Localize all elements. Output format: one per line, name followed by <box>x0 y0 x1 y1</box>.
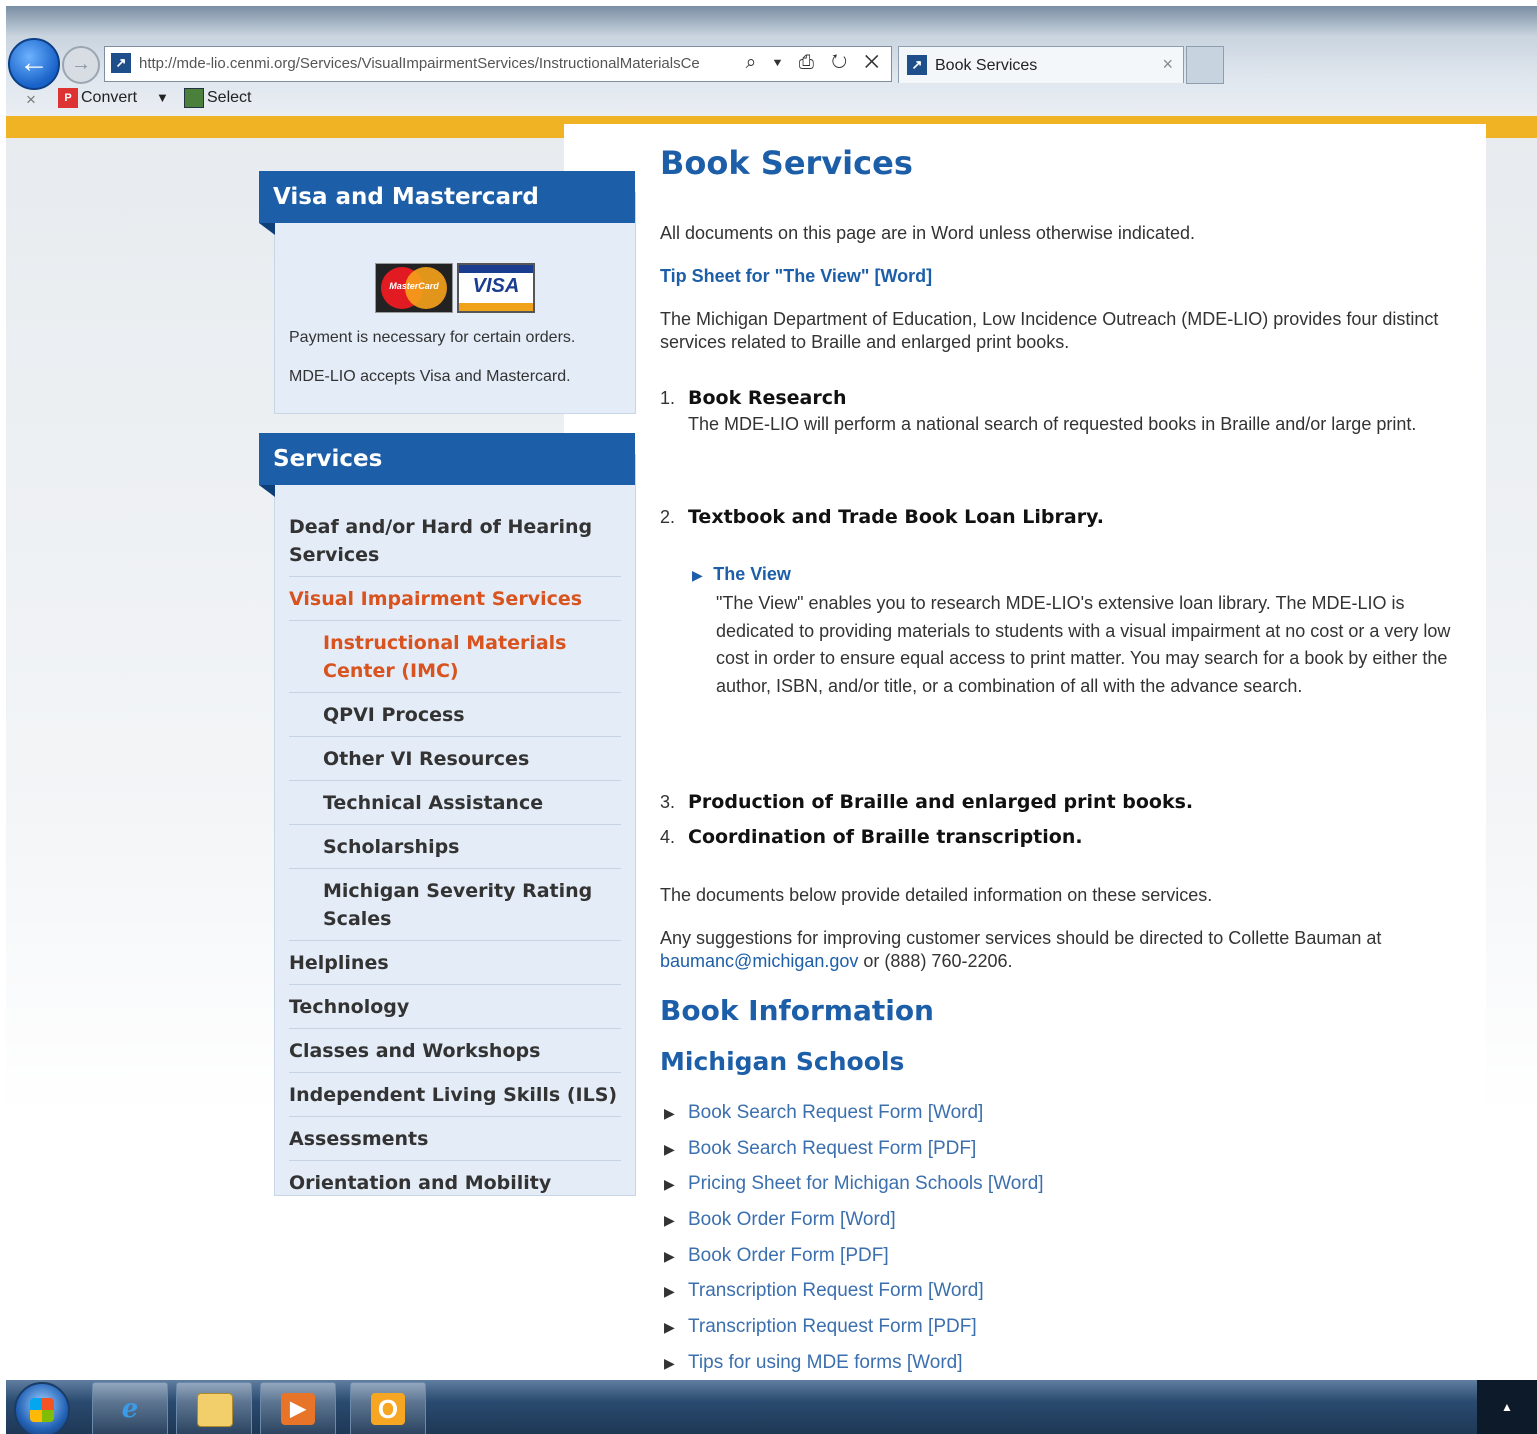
nav-item-imc[interactable]: Instructional Materials Center (IMC) <box>289 621 621 693</box>
nav-item-assessments[interactable]: Assessments <box>289 1117 621 1161</box>
accepts-note: MDE-LIO accepts Visa and Mastercard. <box>289 368 571 385</box>
convert-button[interactable]: P Convert <box>58 88 137 108</box>
doc-link-pricing-sheet[interactable]: ▶ Pricing Sheet for Michigan Schools [Wor… <box>664 1173 1164 1209</box>
the-view-description: "The View" enables you to research MDE-L… <box>716 593 1451 696</box>
doc-arrow-icon: ▶ <box>664 1283 675 1300</box>
page-title: Book Services <box>660 144 913 182</box>
the-view-link[interactable]: The View <box>713 564 791 584</box>
doc-arrow-icon: ▶ <box>664 1247 675 1264</box>
taskbar-media-player[interactable]: ▶ <box>260 1382 336 1434</box>
address-bar[interactable]: ↗ http://mde-lio.cenmi.org/Services/Visu… <box>104 46 892 82</box>
doc-arrow-icon: ▶ <box>664 1105 675 1121</box>
site-favicon-icon: ↗ <box>111 53 131 73</box>
select-label: Select <box>207 89 252 107</box>
nav-item-technology[interactable]: Technology <box>289 985 621 1029</box>
nav-item-deaf-hard-of-hearing[interactable]: Deaf and/or Hard of Hearing Services <box>289 505 621 577</box>
suggestions-text: Any suggestions for improving customer s… <box>660 928 1382 971</box>
service-title-loan-library: Textbook and Trade Book Loan Library. <box>688 506 1104 528</box>
tab-title: Book Services <box>935 57 1038 74</box>
select-button[interactable]: Select <box>184 88 251 108</box>
forward-arrow-icon: → <box>71 53 91 75</box>
windows-logo-icon <box>30 1398 54 1422</box>
media-player-icon: ▶ <box>281 1393 315 1425</box>
forward-button[interactable]: → <box>62 46 100 84</box>
back-arrow-icon: ← <box>19 46 49 79</box>
doc-link-book-search-word[interactable]: ▶ Book Search Request Form [Word] <box>664 1102 1164 1138</box>
command-bar: × P Convert ▼ Select <box>6 84 1537 116</box>
intro-text: All documents on this page are in Word u… <box>660 223 1195 243</box>
screen: ← → ↗ http://mde-lio.cenmi.org/Services/… <box>6 6 1537 1434</box>
doc-arrow-icon: ▶ <box>664 1176 675 1193</box>
internet-explorer-icon: e <box>121 1394 139 1424</box>
services-nav-list: Deaf and/or Hard of Hearing Services Vis… <box>289 505 621 1204</box>
doc-arrow-icon: ▶ <box>664 1140 675 1157</box>
folder-icon <box>197 1393 233 1427</box>
taskbar-internet-explorer[interactable]: e <box>92 1382 168 1434</box>
service-number-1: 1. <box>660 388 676 408</box>
doc-arrow-icon: ▶ <box>664 1319 675 1336</box>
browser-chrome: ← → ↗ http://mde-lio.cenmi.org/Services/… <box>6 6 1537 116</box>
doc-link-book-search-pdf[interactable]: ▶ Book Search Request Form [PDF] <box>664 1138 1164 1174</box>
service-title-coordination: Coordination of Braille transcription. <box>688 826 1083 848</box>
nav-item-qpvi[interactable]: QPVI Process <box>289 693 621 737</box>
taskbar-file-explorer[interactable] <box>176 1382 252 1434</box>
the-view-arrow-icon: ▶ <box>692 567 703 583</box>
nav-item-helplines[interactable]: Helplines <box>289 941 621 985</box>
contact-email-link[interactable]: baumanc@michigan.gov <box>660 951 858 971</box>
start-button[interactable] <box>14 1382 70 1434</box>
visa-mastercard-box: Visa and Mastercard MasterCard VISA Paym… <box>259 171 636 414</box>
doc-link-book-order-pdf[interactable]: ▶ Book Order Form [PDF] <box>664 1245 1164 1281</box>
doc-link-transcription-pdf[interactable]: ▶ Transcription Request Form [PDF] <box>664 1316 1164 1352</box>
tab-favicon-icon: ↗ <box>907 55 927 75</box>
address-controls[interactable]: ⌕ ▾ ⎙ ↻ ✕ <box>746 52 885 74</box>
taskbar: e ▶ O ▲ <box>6 1380 1537 1434</box>
new-tab-button[interactable] <box>1186 46 1224 84</box>
nav-item-orientation-mobility[interactable]: Orientation and Mobility <box>289 1161 621 1204</box>
document-links-list: ▶ Book Search Request Form [Word] ▶ Book S… <box>664 1102 1164 1388</box>
pdf-convert-icon: P <box>58 88 78 108</box>
mastercard-logo: MasterCard <box>375 263 453 313</box>
nav-item-technical-assistance[interactable]: Technical Assistance <box>289 781 621 825</box>
visa-logo: VISA <box>457 263 535 313</box>
doc-arrow-icon: ▶ <box>664 1212 675 1229</box>
service-number-2: 2. <box>660 507 676 527</box>
service-number-4: 4. <box>660 827 676 847</box>
service-number-3: 3. <box>660 792 676 812</box>
address-url[interactable]: http://mde-lio.cenmi.org/Services/Visual… <box>139 55 779 72</box>
tab-book-services[interactable]: ↗ Book Services × <box>898 46 1184 83</box>
doc-link-book-order-word[interactable]: ▶ Book Order Form [Word] <box>664 1209 1164 1245</box>
convert-dropdown-icon[interactable]: ▼ <box>156 90 169 105</box>
toolbar-close-icon[interactable]: × <box>26 90 36 110</box>
nav-item-scholarships[interactable]: Scholarships <box>289 825 621 869</box>
service-text-book-research: The MDE-LIO will perform a national sear… <box>688 414 1417 434</box>
nav-item-independent-living-skills[interactable]: Independent Living Skills (ILS) <box>289 1073 621 1117</box>
service-description: The Michigan Department of Education, Lo… <box>660 309 1439 352</box>
nav-item-classes-workshops[interactable]: Classes and Workshops <box>289 1029 621 1073</box>
system-tray-expand-icon[interactable]: ▲ <box>1477 1380 1537 1434</box>
tip-sheet-link[interactable]: Tip Sheet for "The View" [Word] <box>660 265 1460 288</box>
convert-label: Convert <box>81 89 138 107</box>
taskbar-outlook[interactable]: O <box>350 1382 426 1434</box>
nav-item-other-vi-resources[interactable]: Other VI Resources <box>289 737 621 781</box>
web-page: Visa and Mastercard MasterCard VISA Paym… <box>6 116 1537 1380</box>
michigan-schools-heading: Michigan Schools <box>660 1047 905 1076</box>
select-icon <box>184 88 204 108</box>
visa-box-title: Visa and Mastercard <box>259 171 635 235</box>
documents-text: The documents below provide detailed inf… <box>660 885 1213 905</box>
nav-item-visual-impairment[interactable]: Visual Impairment Services <box>289 577 621 621</box>
nav-item-severity-rating-scales[interactable]: Michigan Severity Rating Scales <box>289 869 621 941</box>
back-button[interactable]: ← <box>8 38 60 90</box>
the-view-item: ▶ The View <box>692 564 791 585</box>
service-title-production: Production of Braille and enlarged print… <box>688 791 1194 813</box>
services-nav-box: Services Deaf and/or Hard of Hearing Ser… <box>259 433 636 1196</box>
doc-arrow-icon: ▶ <box>664 1354 675 1371</box>
main-content: Book Services All documents on this page… <box>660 144 1470 1373</box>
services-box-title: Services <box>259 433 635 497</box>
payment-note: Payment is necessary for certain orders. <box>289 329 576 346</box>
service-title-book-research: Book Research <box>688 387 847 409</box>
outlook-icon: O <box>371 1393 405 1425</box>
doc-link-transcription-word[interactable]: ▶ Transcription Request Form [Word] <box>664 1280 1164 1316</box>
tab-close-icon[interactable]: × <box>1162 54 1173 75</box>
book-information-heading: Book Information <box>660 994 934 1027</box>
